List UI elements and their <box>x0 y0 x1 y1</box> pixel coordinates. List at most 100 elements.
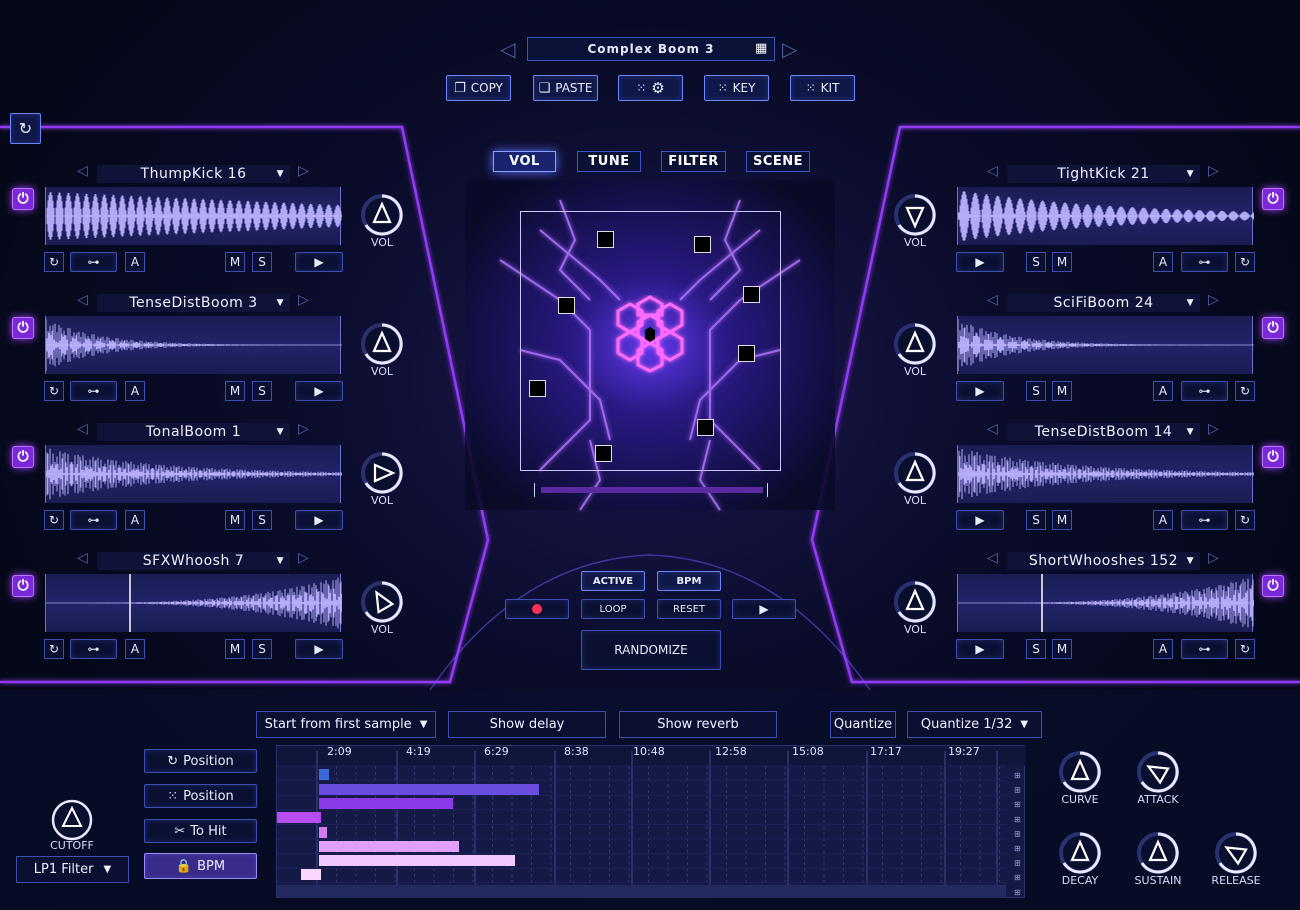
pad-node-2[interactable] <box>694 236 711 253</box>
right-slot-2-reset-button[interactable]: ↻ <box>1235 381 1255 401</box>
right-slot-3-next-arrow[interactable]: ▷ <box>1208 421 1219 437</box>
left-slot-4-waveform[interactable] <box>45 574 342 632</box>
timeline-bar[interactable] <box>319 769 329 780</box>
random-position-button[interactable]: ↻ Position <box>144 749 257 773</box>
left-slot-2-play-button[interactable]: ▶ <box>295 381 343 401</box>
right-slot-1-reset-button[interactable]: ↻ <box>1235 252 1255 272</box>
dice-position-button[interactable]: ⁙ Position <box>144 784 257 808</box>
right-slot-2-sample-select[interactable]: SciFiBoom 24 ▼ <box>1007 294 1200 312</box>
left-slot-4-reset-button[interactable]: ↻ <box>44 639 64 659</box>
right-slot-4-waveform[interactable] <box>957 574 1254 632</box>
right-slot-1-play-button[interactable]: ▶ <box>956 252 1004 272</box>
right-slot-2-next-arrow[interactable]: ▷ <box>1208 292 1219 308</box>
right-slot-3-vol-knob[interactable] <box>890 448 940 498</box>
paste-button[interactable]: ❏ PASTE <box>533 75 598 101</box>
right-slot-2-vol-knob[interactable] <box>890 319 940 369</box>
right-slot-4-mute-button[interactable]: M <box>1052 639 1072 659</box>
right-slot-1-vol-knob[interactable] <box>890 190 940 240</box>
right-slot-1-key-button[interactable]: ⊶ <box>1181 252 1228 272</box>
right-slot-2-solo-button[interactable]: S <box>1026 381 1046 401</box>
right-slot-3-power-button[interactable]: ⏻ <box>1262 446 1284 468</box>
right-slot-1-solo-button[interactable]: S <box>1026 252 1046 272</box>
left-slot-3-vol-knob[interactable] <box>357 448 407 498</box>
timeline-bar[interactable] <box>319 841 459 852</box>
left-slot-4-power-button[interactable]: ⏻ <box>12 575 34 597</box>
timeline-scrollbar[interactable] <box>277 885 1006 898</box>
right-slot-4-key-button[interactable]: ⊶ <box>1181 639 1228 659</box>
grid-icon[interactable]: ▦ <box>755 41 771 57</box>
left-slot-1-mute-button[interactable]: M <box>225 252 245 272</box>
left-slot-3-play-button[interactable]: ▶ <box>295 510 343 530</box>
left-slot-1-prev-arrow[interactable]: ◁ <box>77 163 88 179</box>
left-slot-2-solo-button[interactable]: S <box>252 381 272 401</box>
right-slot-1-waveform[interactable] <box>957 187 1254 245</box>
right-slot-3-key-button[interactable]: ⊶ <box>1181 510 1228 530</box>
tab-tune[interactable]: TUNE <box>577 151 641 172</box>
left-slot-4-next-arrow[interactable]: ▷ <box>298 550 309 566</box>
randomize-button[interactable]: RANDOMIZE <box>581 630 721 670</box>
left-slot-2-mute-button[interactable]: M <box>225 381 245 401</box>
timeline-bar[interactable] <box>319 827 327 838</box>
refresh-all-button[interactable]: ↻ <box>10 113 41 144</box>
timeline[interactable]: ⊞ ⊞ ⊞ ⊞ ⊞ ⊞ ⊞ ⊞ ⊞ <box>276 745 1026 898</box>
right-slot-2-power-button[interactable]: ⏻ <box>1262 317 1284 339</box>
left-slot-4-sample-select[interactable]: SFXWhoosh 7 ▼ <box>97 552 290 570</box>
right-slot-2-mute-button[interactable]: M <box>1052 381 1072 401</box>
right-slot-2-play-button[interactable]: ▶ <box>956 381 1004 401</box>
left-slot-2-key-button[interactable]: ⊶ <box>70 381 117 401</box>
record-button[interactable] <box>505 599 569 619</box>
dice-key-button[interactable]: ⁙ KEY <box>704 75 769 101</box>
sustain-knob[interactable] <box>1133 828 1183 878</box>
quantize-dropdown[interactable]: Quantize 1/32 ▼ <box>907 711 1042 738</box>
left-slot-3-prev-arrow[interactable]: ◁ <box>77 421 88 437</box>
left-slot-3-a-button[interactable]: A <box>125 510 145 530</box>
timeline-bar[interactable] <box>277 812 321 823</box>
filter-type-dropdown[interactable]: LP1 Filter ▼ <box>16 856 129 883</box>
left-slot-2-a-button[interactable]: A <box>125 381 145 401</box>
left-slot-1-power-button[interactable]: ⏻ <box>12 188 34 210</box>
right-slot-3-play-button[interactable]: ▶ <box>956 510 1004 530</box>
right-slot-3-prev-arrow[interactable]: ◁ <box>987 421 998 437</box>
left-slot-4-play-button[interactable]: ▶ <box>295 639 343 659</box>
left-slot-2-prev-arrow[interactable]: ◁ <box>77 292 88 308</box>
left-slot-4-prev-arrow[interactable]: ◁ <box>77 550 88 566</box>
prev-preset-arrow[interactable]: ◁ <box>500 37 515 61</box>
curve-knob[interactable] <box>1055 747 1105 797</box>
left-slot-1-waveform[interactable] <box>45 187 342 245</box>
left-slot-3-sample-select[interactable]: TonalBoom 1 ▼ <box>97 423 290 441</box>
left-slot-2-reset-button[interactable]: ↻ <box>44 381 64 401</box>
release-knob[interactable] <box>1211 828 1261 878</box>
right-slot-3-solo-button[interactable]: S <box>1026 510 1046 530</box>
left-slot-1-solo-button[interactable]: S <box>252 252 272 272</box>
right-slot-1-prev-arrow[interactable]: ◁ <box>987 163 998 179</box>
left-slot-2-next-arrow[interactable]: ▷ <box>298 292 309 308</box>
right-slot-4-sample-select[interactable]: ShortWhooshes 152 ▼ <box>1007 552 1200 570</box>
right-slot-4-prev-arrow[interactable]: ◁ <box>987 550 998 566</box>
right-slot-1-a-button[interactable]: A <box>1153 252 1173 272</box>
copy-button[interactable]: ❐ COPY <box>446 75 511 101</box>
tab-scene[interactable]: SCENE <box>746 151 810 172</box>
left-slot-1-play-button[interactable]: ▶ <box>295 252 343 272</box>
timeline-bar[interactable] <box>319 784 539 795</box>
left-slot-1-reset-button[interactable]: ↻ <box>44 252 64 272</box>
right-slot-1-mute-button[interactable]: M <box>1052 252 1072 272</box>
right-slot-3-sample-select[interactable]: TenseDistBoom 14 ▼ <box>1007 423 1200 441</box>
left-slot-2-waveform[interactable] <box>45 316 342 374</box>
pad-node-6[interactable] <box>529 380 546 397</box>
left-slot-3-reset-button[interactable]: ↻ <box>44 510 64 530</box>
left-slot-1-next-arrow[interactable]: ▷ <box>298 163 309 179</box>
left-slot-1-a-button[interactable]: A <box>125 252 145 272</box>
right-slot-4-play-button[interactable]: ▶ <box>956 639 1004 659</box>
to-hit-button[interactable]: ✂ To Hit <box>144 819 257 843</box>
pad-node-7[interactable] <box>697 419 714 436</box>
show-delay-button[interactable]: Show delay <box>448 711 606 738</box>
left-slot-3-power-button[interactable]: ⏻ <box>12 446 34 468</box>
cutoff-knob[interactable] <box>47 795 93 841</box>
show-reverb-button[interactable]: Show reverb <box>619 711 777 738</box>
left-slot-2-vol-knob[interactable] <box>357 319 407 369</box>
pad-node-5[interactable] <box>738 345 755 362</box>
left-slot-2-sample-select[interactable]: TenseDistBoom 3 ▼ <box>97 294 290 312</box>
left-slot-4-mute-button[interactable]: M <box>225 639 245 659</box>
tab-vol[interactable]: VOL <box>493 151 556 172</box>
right-slot-1-sample-select[interactable]: TightKick 21 ▼ <box>1007 165 1200 183</box>
